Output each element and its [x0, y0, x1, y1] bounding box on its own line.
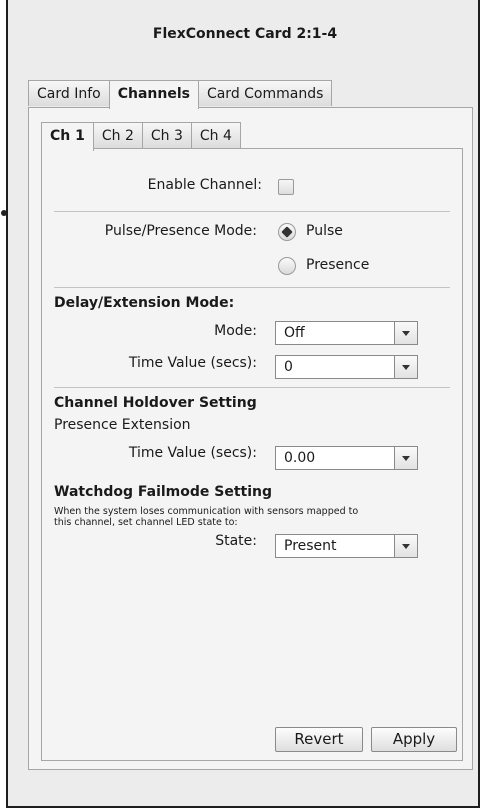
- tab-ch2[interactable]: Ch 2: [92, 122, 143, 148]
- state-label: State:: [215, 533, 257, 549]
- tab-ch1[interactable]: Ch 1: [41, 122, 94, 151]
- holdover-heading: Channel Holdover Setting: [54, 395, 257, 411]
- pulse-option-label: Pulse: [306, 223, 343, 239]
- state-select-value: Present: [284, 538, 337, 554]
- delay-time-label: Time Value (secs):: [128, 355, 257, 371]
- tab-card-info[interactable]: Card Info: [28, 80, 110, 106]
- tab-ch3[interactable]: Ch 3: [141, 122, 192, 148]
- chevron-down-icon: [394, 322, 417, 344]
- presence-radio[interactable]: [278, 257, 296, 275]
- channels-panel: Ch 1 Ch 2 Ch 3 Ch 4 Enable Channel: Puls…: [28, 107, 473, 770]
- watchdog-heading: Watchdog Failmode Setting: [54, 484, 273, 500]
- state-select[interactable]: Present: [275, 534, 418, 558]
- pulse-presence-label: Pulse/Presence Mode:: [104, 223, 257, 239]
- tab-card-commands[interactable]: Card Commands: [197, 80, 333, 106]
- tab-channels[interactable]: Channels: [108, 80, 199, 109]
- apply-button[interactable]: Apply: [371, 727, 457, 752]
- watchdog-description-1: When the system loses communication with…: [54, 506, 359, 517]
- delay-time-value: 0: [284, 359, 293, 375]
- pulse-radio[interactable]: [278, 223, 296, 241]
- holdover-time-select[interactable]: 0.00: [275, 446, 418, 470]
- tab-ch4[interactable]: Ch 4: [190, 122, 241, 148]
- holdover-time-value: 0.00: [284, 450, 316, 466]
- divider: [54, 287, 450, 288]
- presence-option-label: Presence: [306, 257, 370, 273]
- radio-selected-icon: [281, 226, 293, 238]
- outer-tab-bar: Card Info Channels Card Commands: [28, 80, 333, 109]
- mode-select-value: Off: [284, 325, 305, 341]
- enable-channel-label: Enable Channel:: [147, 177, 262, 193]
- delay-extension-heading: Delay/Extension Mode:: [54, 295, 235, 311]
- watchdog-description-2: this channel, set channel LED state to:: [54, 517, 238, 528]
- divider: [54, 387, 450, 388]
- revert-button[interactable]: Revert: [275, 727, 363, 752]
- delay-time-select[interactable]: 0: [275, 355, 418, 379]
- dialog-window: FlexConnect Card 2:1-4 Card Info Channel…: [6, 0, 480, 808]
- mode-label: Mode:: [214, 323, 257, 339]
- window-title: FlexConnect Card 2:1-4: [152, 26, 338, 42]
- holdover-subheading: Presence Extension: [54, 417, 191, 433]
- mode-select[interactable]: Off: [275, 321, 418, 345]
- divider: [54, 211, 450, 212]
- chevron-down-icon: [394, 356, 417, 378]
- holdover-time-label: Time Value (secs):: [128, 445, 257, 461]
- enable-channel-checkbox[interactable]: [278, 179, 294, 195]
- channel-tab-bar: Ch 1 Ch 2 Ch 3 Ch 4: [41, 122, 241, 151]
- chevron-down-icon: [394, 447, 417, 469]
- channel-settings-panel: Enable Channel: Pulse/Presence Mode: Pul…: [41, 148, 463, 761]
- chevron-down-icon: [394, 535, 417, 557]
